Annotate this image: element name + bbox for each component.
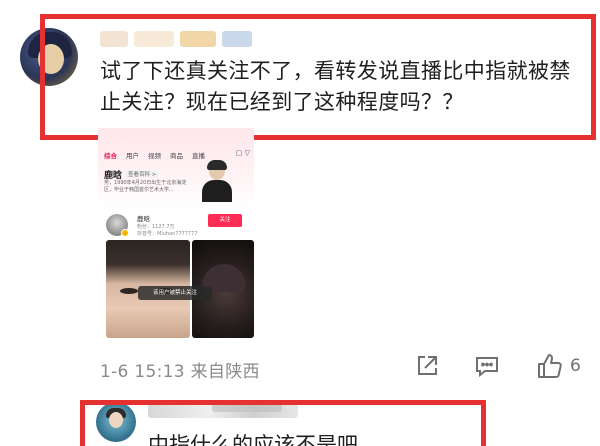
baike-link: 查看百科 > xyxy=(126,170,159,178)
comment-location: 来自陕西 xyxy=(190,362,260,382)
user-result-row: 鹿晗 粉丝：1127.7万 抖音号：Miuhan7777777 关注 xyxy=(104,212,250,242)
tab-products: 商品 xyxy=(170,152,183,160)
tab-users: 用户 xyxy=(126,152,139,160)
like-count: 6 xyxy=(570,356,581,376)
comment-icon xyxy=(476,357,498,378)
profile-description: 男，1990年4月20日出生于北京海淀区，毕业于韩国首尔艺术大学... xyxy=(104,180,187,193)
weibo-comment-thread: 试了下还真关注不了，看转发说直播比中指就被禁止关注？现在已经到了这种程度吗？？ … xyxy=(0,0,600,446)
embedded-screenshot[interactable]: 综合 用户 视频 商品 直播 ▢ ▽ 鹿晗 查看百科 > 男，1990年4月20日出生于… xyxy=(98,128,254,338)
profile-portrait xyxy=(200,160,234,202)
tab-all: 综合 xyxy=(104,152,117,160)
comment-time: 1-6 15:13 xyxy=(100,362,185,382)
search-tabs: 综合 用户 视频 商品 直播 xyxy=(104,150,254,162)
comment-meta: 1-6 15:13 来自陕西 xyxy=(100,357,260,382)
highlight-frame xyxy=(80,400,486,446)
follow-blocked-toast: 该用户被禁止关注 xyxy=(138,286,212,300)
filter-icon: ▢ ▽ xyxy=(235,149,250,157)
verified-badge-icon xyxy=(121,229,129,237)
tab-live: 直播 xyxy=(192,152,205,160)
reply-button[interactable] xyxy=(474,352,500,380)
highlight-frame xyxy=(40,14,596,140)
follow-button: 关注 xyxy=(208,214,242,227)
user-id: 抖音号：Miuhan7777777 xyxy=(137,231,198,237)
user-name: 鹿晗 xyxy=(137,215,150,223)
like-button[interactable]: 6 xyxy=(536,352,581,380)
like-icon xyxy=(538,354,562,378)
tab-videos: 视频 xyxy=(148,152,161,160)
share-button[interactable] xyxy=(414,352,440,380)
share-icon xyxy=(418,356,437,375)
user-fans: 粉丝：1127.7万 xyxy=(137,224,175,230)
